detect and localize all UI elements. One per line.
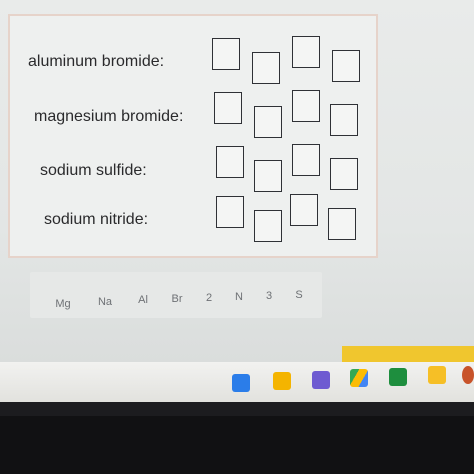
tile-al[interactable]: Al xyxy=(128,294,158,306)
drop-box[interactable] xyxy=(212,38,240,70)
drop-box[interactable] xyxy=(214,92,242,124)
row-label-sodium-sulfide: sodium sulfide: xyxy=(40,162,147,179)
tile-s[interactable]: S xyxy=(284,289,314,301)
drop-box[interactable] xyxy=(328,208,356,240)
tile-bank: Mg Na Al Br 2 N 3 S xyxy=(30,272,322,318)
row-label-aluminum-bromide: aluminum bromide: xyxy=(28,53,165,70)
drop-box[interactable] xyxy=(252,52,280,84)
answer-panel: aluminum bromide: magnesium bromide: sod… xyxy=(8,14,378,258)
tile-3[interactable]: 3 xyxy=(254,290,284,302)
bezel xyxy=(0,416,474,474)
drop-box[interactable] xyxy=(330,104,358,136)
slides-icon[interactable] xyxy=(389,368,407,386)
drop-box[interactable] xyxy=(292,90,320,122)
drop-box[interactable] xyxy=(254,160,282,192)
drop-box[interactable] xyxy=(292,36,320,68)
row-label-sodium-nitride: sodium nitride: xyxy=(44,211,149,228)
drop-box[interactable] xyxy=(290,194,318,226)
screen: aluminum bromide: magnesium bromide: sod… xyxy=(0,0,474,380)
drop-box[interactable] xyxy=(332,50,360,82)
files-icon[interactable] xyxy=(232,374,250,392)
classroom-icon[interactable] xyxy=(312,371,330,389)
keep-icon[interactable] xyxy=(428,366,446,384)
tile-na[interactable]: Na xyxy=(90,296,120,308)
drive-icon[interactable] xyxy=(350,369,368,387)
tile-2[interactable]: 2 xyxy=(194,292,224,304)
drop-box[interactable] xyxy=(254,210,282,242)
docs-icon[interactable] xyxy=(273,372,291,390)
drop-box[interactable] xyxy=(330,158,358,190)
row-label-magnesium-bromide: magnesium bromide: xyxy=(34,108,184,125)
tile-n[interactable]: N xyxy=(224,291,254,303)
drop-box[interactable] xyxy=(292,144,320,176)
tile-mg[interactable]: Mg xyxy=(48,298,78,310)
drop-box[interactable] xyxy=(254,106,282,138)
drop-box[interactable] xyxy=(216,196,244,228)
tile-br[interactable]: Br xyxy=(162,293,192,305)
account-icon[interactable] xyxy=(462,366,474,384)
drop-box[interactable] xyxy=(216,146,244,178)
